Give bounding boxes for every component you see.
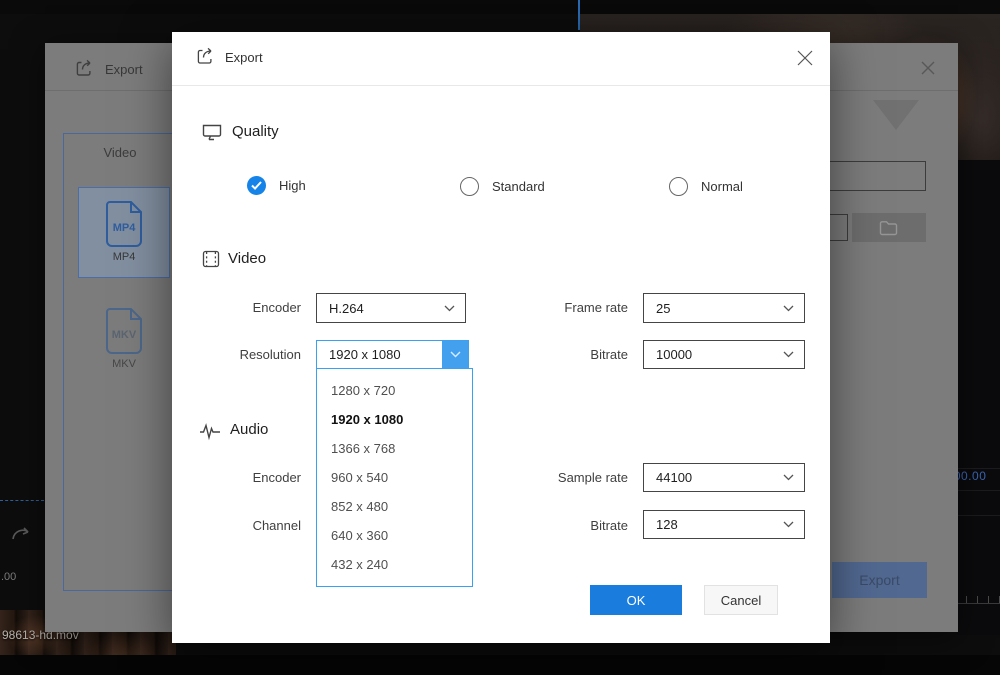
frame-rate-value: 25: [656, 301, 670, 316]
modal-title: Export: [225, 50, 263, 65]
timeline-left-time: .00: [1, 571, 16, 583]
export-button-dimmed: Export: [832, 562, 927, 598]
chevron-down-icon: [450, 351, 461, 358]
ok-button[interactable]: OK: [590, 585, 682, 615]
audio-bitrate-select[interactable]: 128: [643, 510, 805, 539]
audio-channel-label: Channel: [181, 518, 301, 533]
dimmed-shape: [873, 100, 919, 130]
resolution-option[interactable]: 1280 x 720: [317, 376, 472, 405]
export-share-icon: [194, 44, 218, 68]
resolution-select[interactable]: 1920 x 1080: [316, 340, 469, 369]
quality-section-label: Quality: [232, 123, 279, 140]
editor-right-panel: [957, 160, 1000, 635]
export-share-icon: [73, 56, 97, 80]
resolution-option-selected[interactable]: 1920 x 1080: [317, 405, 472, 434]
app-root: :00.00 00 .00 98613-hd.mov Export Video …: [0, 0, 1000, 675]
resolution-option[interactable]: 960 x 540: [317, 463, 472, 492]
chevron-down-icon: [783, 521, 794, 528]
tab-video: Video: [65, 145, 175, 160]
editor-bottom-strip: [0, 655, 1000, 675]
mp4-file-icon: MP4: [104, 200, 144, 248]
browse-folder-button: [852, 213, 926, 242]
video-bitrate-value: 10000: [656, 347, 692, 362]
chevron-down-icon: [444, 305, 455, 312]
folder-icon: [879, 220, 899, 236]
timeline-ruler: [955, 596, 1000, 604]
quality-option-high[interactable]: High: [247, 176, 306, 195]
video-encoder-select[interactable]: H.264: [316, 293, 466, 323]
radio-checked-icon: [247, 176, 266, 195]
svg-text:MKV: MKV: [112, 329, 137, 341]
radio-unchecked-icon: [669, 177, 688, 196]
export-settings-modal: Export Quality High Standard: [172, 32, 830, 643]
waveform-icon: [199, 421, 221, 441]
resolution-option[interactable]: 852 x 480: [317, 492, 472, 521]
quality-option-label: High: [279, 178, 306, 193]
audio-bitrate-value: 128: [656, 517, 678, 532]
video-section-label: Video: [228, 250, 266, 267]
editor-topbar: [0, 0, 1000, 14]
chevron-down-icon: [783, 474, 794, 481]
video-encoder-label: Encoder: [181, 300, 301, 315]
modal-header-divider: [172, 85, 830, 86]
close-icon: [796, 49, 814, 67]
sample-rate-select[interactable]: 44100: [643, 463, 805, 492]
video-bitrate-select[interactable]: 10000: [643, 340, 805, 369]
chevron-down-icon: [783, 305, 794, 312]
sample-rate-label: Sample rate: [508, 470, 628, 485]
quality-option-label: Normal: [701, 179, 743, 194]
monitor-icon: [200, 120, 224, 144]
quality-option-standard[interactable]: Standard: [460, 177, 545, 196]
svg-text:MP4: MP4: [113, 222, 137, 234]
radio-unchecked-icon: [460, 177, 479, 196]
audio-encoder-label: Encoder: [181, 470, 301, 485]
close-button[interactable]: [788, 41, 822, 75]
resolution-dropdown-list: 1280 x 720 1920 x 1080 1366 x 768 960 x …: [316, 368, 473, 587]
audio-section-label: Audio: [230, 421, 268, 438]
frame-rate-select[interactable]: 25: [643, 293, 805, 323]
film-icon: [202, 250, 220, 268]
resolution-value: 1920 x 1080: [329, 347, 401, 362]
resolution-option[interactable]: 1366 x 768: [317, 434, 472, 463]
resolution-option[interactable]: 432 x 240: [317, 550, 472, 579]
video-encoder-value: H.264: [329, 301, 364, 316]
quality-option-normal[interactable]: Normal: [669, 177, 743, 196]
chevron-down-icon: [783, 351, 794, 358]
mkv-file-icon: MKV: [104, 307, 144, 355]
track-divider: [0, 500, 44, 501]
quality-option-label: Standard: [492, 179, 545, 194]
frame-rate-label: Frame rate: [508, 300, 628, 315]
format-item-mp4: MP4 MP4: [78, 187, 170, 278]
resolution-option[interactable]: 640 x 360: [317, 521, 472, 550]
dialog-title: Export: [105, 62, 143, 77]
format-label: MKV: [112, 358, 136, 370]
resolution-chevron-button[interactable]: [442, 341, 468, 368]
close-icon: [916, 56, 940, 80]
resolution-label: Resolution: [181, 347, 301, 362]
playhead-line: [578, 0, 580, 30]
format-label: MP4: [113, 251, 136, 263]
format-item-mkv: MKV MKV: [78, 295, 170, 386]
audio-bitrate-label: Bitrate: [508, 518, 628, 533]
video-bitrate-label: Bitrate: [508, 347, 628, 362]
curved-arrow-icon: [10, 524, 32, 542]
cancel-button[interactable]: Cancel: [704, 585, 778, 615]
sample-rate-value: 44100: [656, 470, 692, 485]
